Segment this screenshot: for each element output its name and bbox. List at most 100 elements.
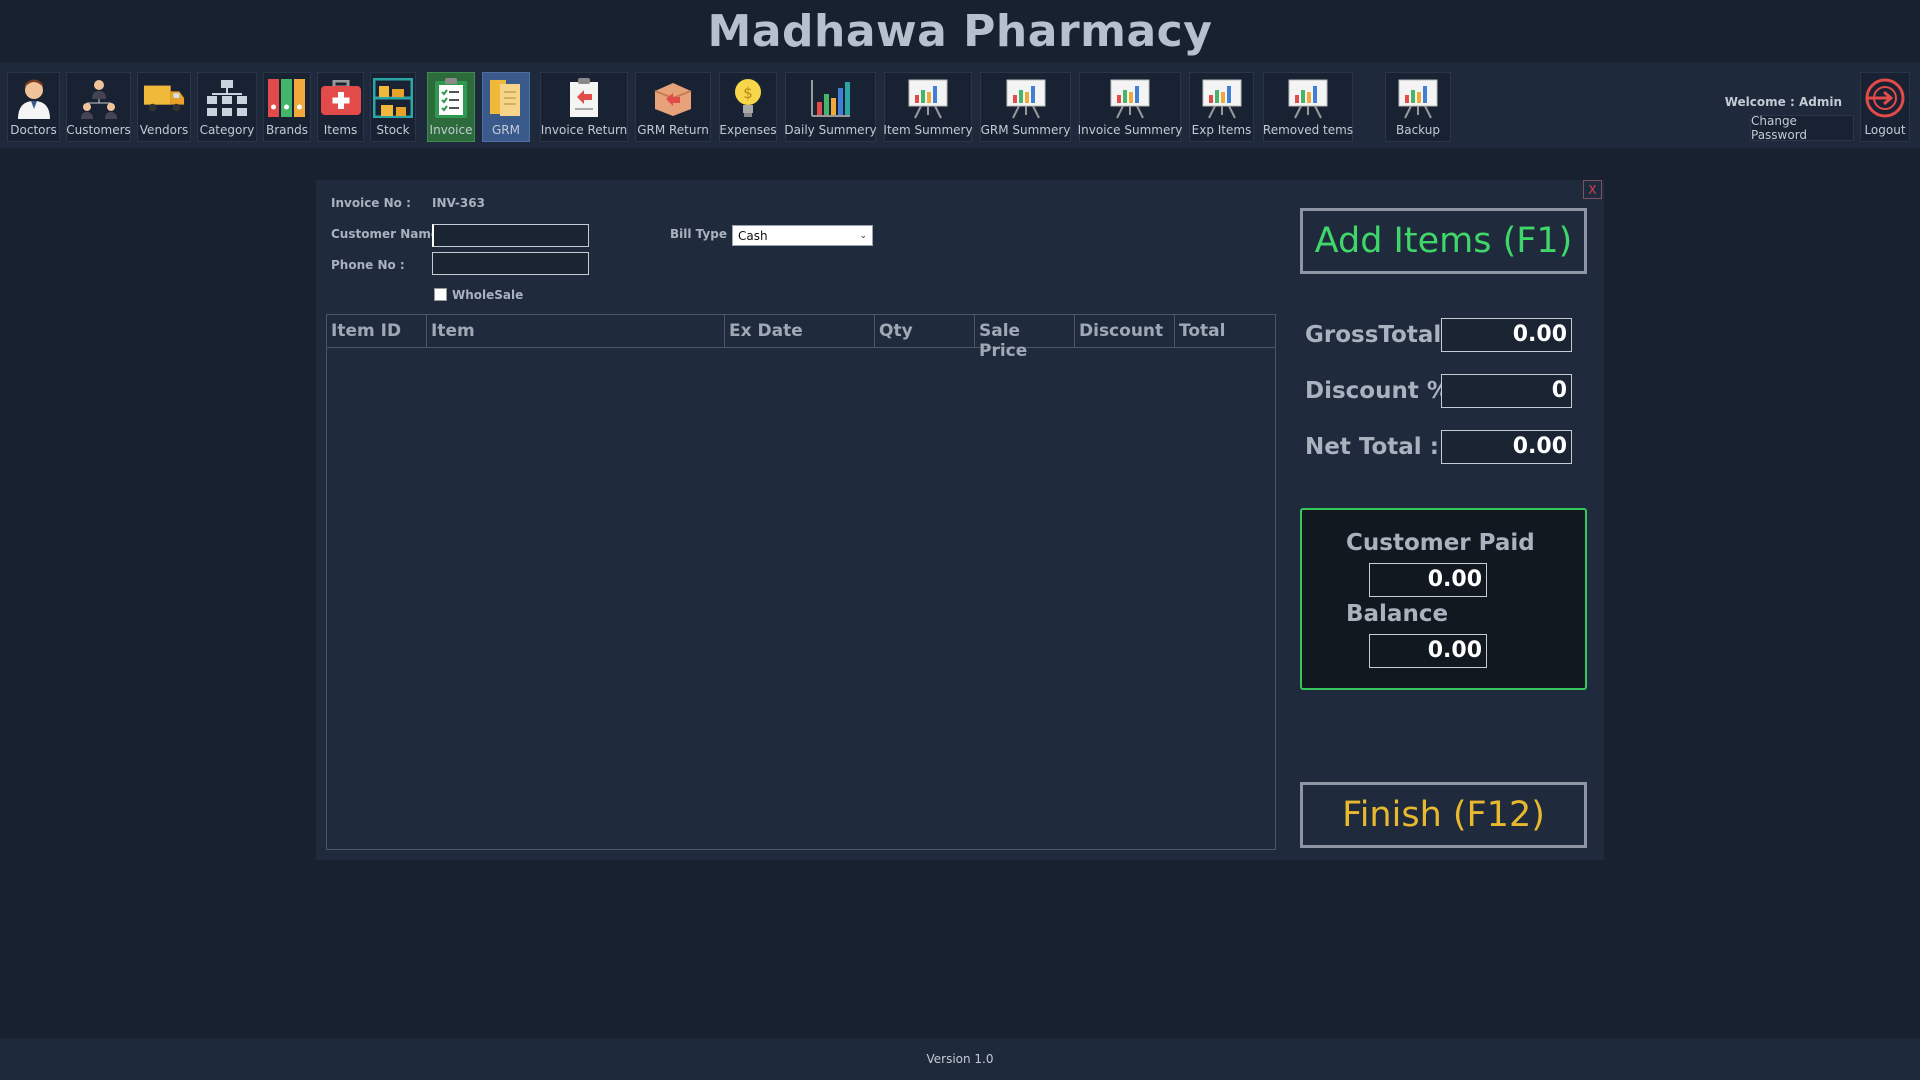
hierarchy-icon [206,77,248,119]
svg-text:$: $ [743,84,753,102]
toolbar-label: Invoice Summery [1077,123,1183,137]
column-header-ex-date[interactable]: Ex Date [725,315,875,347]
toolbar-label: Backup [1396,123,1440,137]
invoice-no-value: INV-363 [432,196,485,210]
toolbar-label: GRM [492,123,520,137]
bill-type-value: Cash [738,228,768,243]
board-chart-icon [1287,77,1329,119]
toolbar-customers-button[interactable]: Customers [66,72,131,142]
column-header-item-id[interactable]: Item ID [327,315,427,347]
bill-type-select[interactable]: Cash ⌄ [732,225,873,246]
toolbar-invoice-summery-button[interactable]: Invoice Summery [1077,72,1183,142]
discount-label: Discount % [1305,378,1450,404]
net-total-label: Net Total : [1305,434,1439,460]
toolbar: Doctors Customers Vendors Category Brand… [0,62,1920,148]
toolbar-grm-return-button[interactable]: GRM Return [635,72,711,142]
close-button[interactable]: X [1583,180,1602,199]
toolbar-label: Items [323,123,358,137]
customer-name-input[interactable] [432,224,589,247]
toolbar-backup-button[interactable]: Backup [1385,72,1451,142]
bar-chart-icon [810,77,852,119]
toolbar-grm-summery-button[interactable]: GRM Summery [980,72,1071,142]
toolbar-removed-items-button[interactable]: Removed tems [1263,72,1353,142]
toolbar-grm-button[interactable]: GRM [482,72,530,142]
balance-label: Balance [1346,601,1449,627]
grid-header: Item ID Item Ex Date Qty Sale Price Disc… [327,315,1275,361]
welcome-text: Welcome : Admin [1724,95,1842,109]
bulb-money-icon: $ [727,77,769,119]
doctor-icon [13,77,55,119]
app-title: Madhawa Pharmacy [707,5,1213,57]
truck-icon [143,77,185,119]
toolbar-exp-items-button[interactable]: Exp Items [1189,72,1254,142]
toolbar-label: Expenses [719,123,777,137]
toolbar-label: Invoice [429,123,473,137]
first-aid-icon [320,77,362,119]
balance-field: 0.00 [1369,634,1487,668]
customer-name-label: Customer Name : [331,227,448,241]
bill-type-label: Bill Type : [670,227,736,241]
gross-total-label: GrossTotal : [1305,322,1459,348]
toolbar-daily-summery-button[interactable]: Daily Summery [784,72,877,142]
toolbar-label: Exp Items [1191,123,1252,137]
logout-icon [1864,77,1906,119]
phone-no-input[interactable] [432,252,589,275]
toolbar-label: Invoice Return [540,123,628,137]
toolbar-label: GRM Return [637,123,709,137]
toolbar-expenses-button[interactable]: $ Expenses [719,72,777,142]
toolbar-doctors-button[interactable]: Doctors [7,72,60,142]
board-chart-icon [907,77,949,119]
change-password-button[interactable]: Change Password [1750,114,1854,142]
toolbar-label: Logout [1864,123,1906,137]
board-chart-icon [1201,77,1243,119]
discount-field[interactable]: 0 [1441,374,1572,408]
column-header-total[interactable]: Total [1175,315,1275,347]
toolbar-label: Customers [66,123,131,137]
toolbar-category-button[interactable]: Category [197,72,257,142]
return-doc-icon [563,77,605,119]
items-grid[interactable]: Item ID Item Ex Date Qty Sale Price Disc… [326,314,1276,850]
board-chart-icon [1397,77,1439,119]
net-total-field[interactable]: 0.00 [1441,430,1572,464]
column-header-discount[interactable]: Discount [1075,315,1175,347]
binders-icon [266,77,308,119]
board-chart-icon [1109,77,1151,119]
column-header-sale-price[interactable]: Sale Price [975,315,1075,361]
wholesale-label: WholeSale [452,288,524,302]
wholesale-checkbox[interactable] [434,288,447,301]
toolbar-vendors-button[interactable]: Vendors [137,72,191,142]
add-items-button[interactable]: Add Items (F1) [1300,208,1587,274]
toolbar-label: Stock [376,123,410,137]
customer-paid-label: Customer Paid [1346,530,1535,556]
invoice-no-label: Invoice No : [331,196,411,210]
toolbar-label: Removed tems [1262,123,1354,137]
phone-no-label: Phone No : [331,258,405,272]
toolbar-brands-button[interactable]: Brands [263,72,311,142]
finish-button[interactable]: Finish (F12) [1300,782,1587,848]
customers-icon [78,77,120,119]
return-box-icon [652,77,694,119]
shelves-icon [372,77,414,119]
toolbar-items-button[interactable]: Items [317,72,364,142]
toolbar-label: Category [199,123,255,137]
toolbar-item-summery-button[interactable]: Item Summery [883,72,973,142]
toolbar-label: GRM Summery [980,123,1071,137]
toolbar-label: Item Summery [883,123,973,137]
gross-total-field[interactable]: 0.00 [1441,318,1572,352]
version-text: Version 1.0 [926,1052,994,1066]
toolbar-label: Vendors [139,123,189,137]
toolbar-label: Brands [266,123,308,137]
column-header-item[interactable]: Item [427,315,725,347]
board-chart-icon [1005,77,1047,119]
column-header-qty[interactable]: Qty [875,315,975,347]
chevron-down-icon: ⌄ [859,230,867,241]
documents-icon [485,77,527,119]
customer-paid-field[interactable]: 0.00 [1369,563,1487,597]
clipboard-icon [430,77,472,119]
toolbar-invoice-button[interactable]: Invoice [427,72,475,142]
toolbar-logout-button[interactable]: Logout [1860,72,1910,142]
toolbar-invoice-return-button[interactable]: Invoice Return [540,72,628,142]
footer: Version 1.0 [0,1038,1920,1080]
toolbar-label: Doctors [10,123,57,137]
toolbar-stock-button[interactable]: Stock [370,72,416,142]
